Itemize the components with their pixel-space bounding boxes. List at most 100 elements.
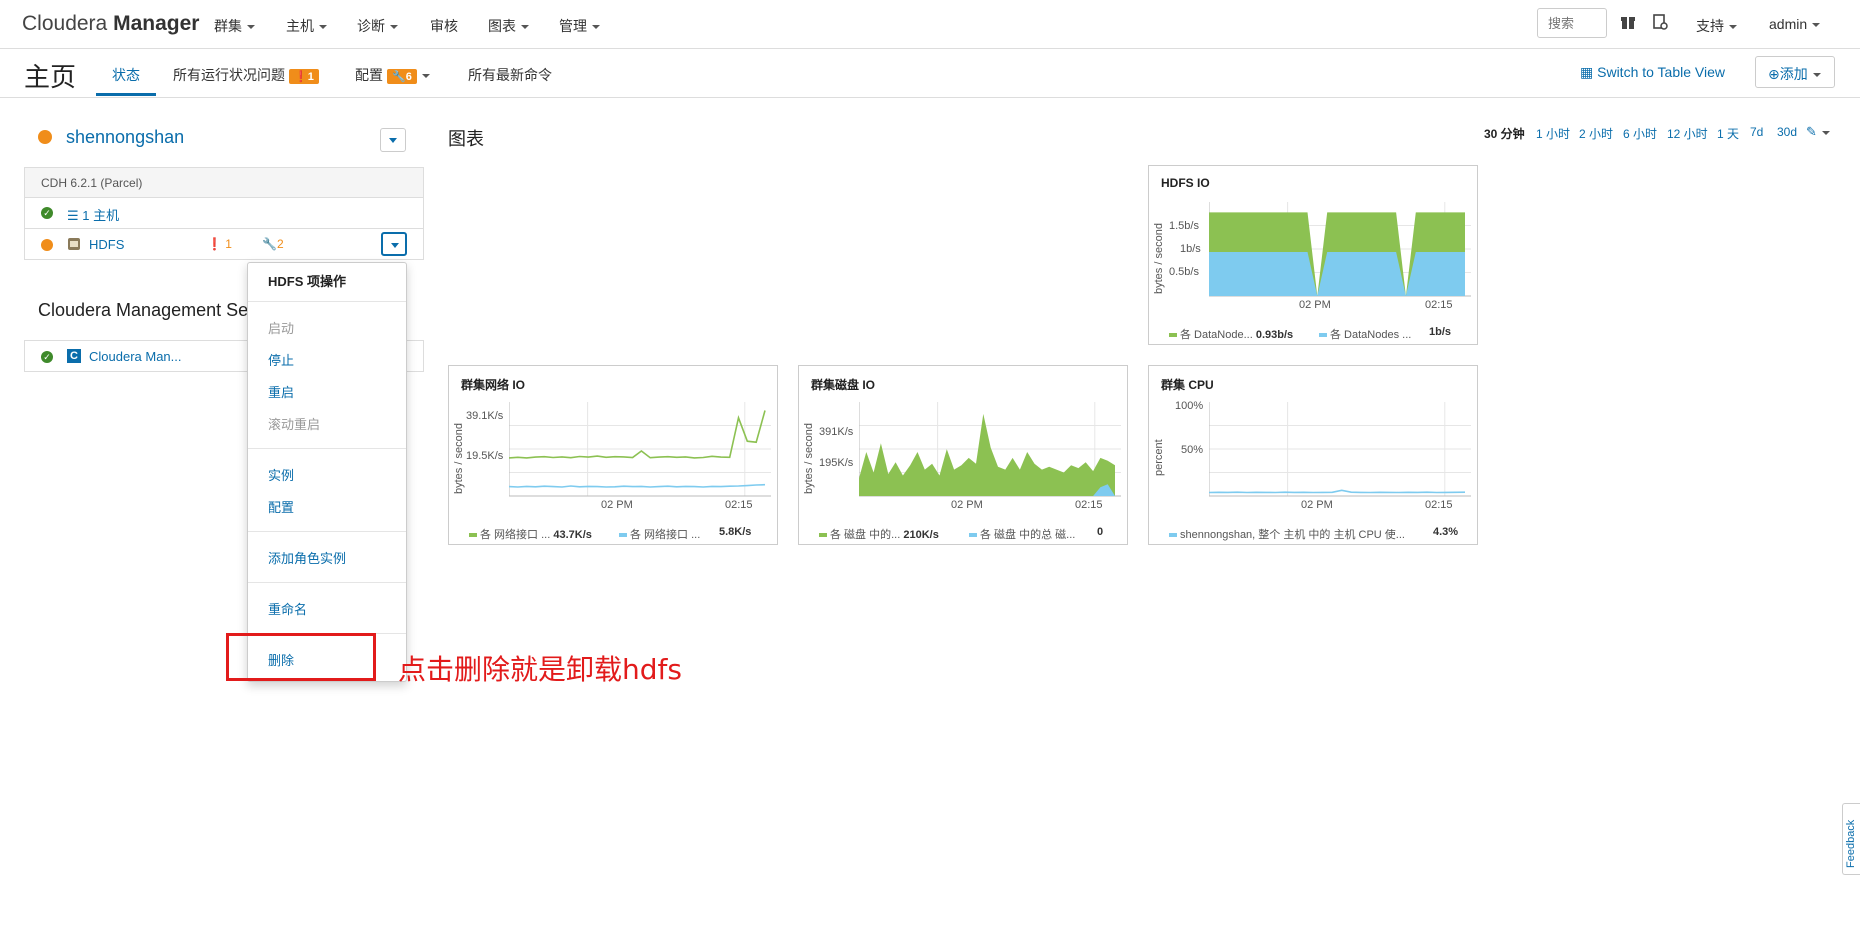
list-icon: ☰ bbox=[67, 208, 83, 223]
hdfs-actions-dropdown[interactable] bbox=[381, 232, 407, 256]
tab-configuration[interactable]: 配置 🔧6 bbox=[355, 65, 430, 85]
menu-item-rename[interactable]: 重命名 bbox=[268, 599, 307, 618]
x-tick: 02 PM bbox=[1301, 499, 1333, 511]
range-7d[interactable]: 7d bbox=[1750, 125, 1763, 139]
table-icon: ▦ bbox=[1580, 64, 1598, 80]
cluster-actions-dropdown[interactable] bbox=[380, 128, 406, 152]
y-tick: 100% bbox=[1175, 400, 1204, 412]
feedback-tab[interactable]: Feedback bbox=[1842, 803, 1860, 875]
cluster-status-dot bbox=[38, 130, 52, 144]
charts-title: 图表 bbox=[448, 129, 484, 149]
add-button[interactable]: ⊕添加 bbox=[1755, 56, 1835, 88]
legend-item: 各 网络接口 ... bbox=[619, 526, 700, 542]
menu-divider bbox=[248, 301, 406, 302]
chart-ylabel: bytes / second bbox=[1153, 223, 1165, 294]
nav-charts[interactable]: 图表 bbox=[488, 16, 529, 36]
nav-audits[interactable]: 审核 bbox=[430, 16, 458, 36]
chart-title: 群集磁盘 IO bbox=[811, 378, 876, 392]
check-icon: ✓ bbox=[41, 351, 53, 363]
cms-service-link[interactable]: Cloudera Man... bbox=[89, 349, 182, 364]
x-tick: 02 PM bbox=[1299, 299, 1331, 311]
tab-recent-commands[interactable]: 所有最新命令 bbox=[468, 65, 552, 85]
hdfs-alerts-count[interactable]: ❗ 1 bbox=[207, 237, 232, 251]
series-area-1 bbox=[1209, 252, 1465, 296]
brand-logo[interactable]: Cloudera Manager bbox=[22, 12, 199, 36]
menu-title: HDFS 项操作 bbox=[268, 274, 347, 289]
legend-value: 4.3% bbox=[1433, 526, 1459, 538]
series-area-0 bbox=[859, 413, 1115, 496]
range-30d[interactable]: 30d bbox=[1777, 125, 1797, 139]
menu-item-restart[interactable]: 重启 bbox=[268, 382, 294, 401]
cluster-name-link[interactable]: shennongshan bbox=[66, 127, 184, 148]
x-tick: 02:15 bbox=[1425, 499, 1453, 511]
annotation-text: 点击删除就是卸载hdfs bbox=[398, 653, 682, 686]
series-line-1 bbox=[509, 483, 766, 488]
hdfs-icon bbox=[68, 238, 80, 250]
chart-plot bbox=[859, 402, 1121, 497]
range-12h[interactable]: 12 小时 bbox=[1667, 125, 1708, 142]
tab-status[interactable]: 状态 bbox=[112, 65, 140, 85]
x-tick: 02 PM bbox=[951, 499, 983, 511]
parcel-icon[interactable] bbox=[1620, 14, 1636, 30]
cms-logo-icon: C bbox=[67, 349, 81, 363]
hdfs-config-count[interactable]: 🔧2 bbox=[262, 237, 284, 251]
y-tick: 19.5K/s bbox=[466, 450, 504, 462]
menu-item-start: 启动 bbox=[268, 321, 295, 336]
series-line-0 bbox=[1209, 489, 1466, 494]
chart-ylabel: bytes / second bbox=[803, 423, 815, 494]
menu-item-rolling-restart: 滚动重启 bbox=[268, 417, 321, 432]
wrench-icon: 🔧 bbox=[262, 237, 277, 251]
range-2h[interactable]: 2 小时 bbox=[1579, 125, 1613, 142]
y-tick: 1b/s bbox=[1180, 243, 1201, 255]
active-tab-indicator bbox=[96, 93, 156, 96]
service-status-dot bbox=[41, 239, 53, 251]
plus-circle-icon: ⊕ bbox=[1768, 66, 1780, 82]
running-commands-icon[interactable] bbox=[1652, 14, 1668, 30]
x-tick: 02:15 bbox=[1075, 499, 1103, 511]
range-1d[interactable]: 1 天 bbox=[1717, 125, 1739, 142]
nav-hosts[interactable]: 主机 bbox=[286, 16, 327, 36]
edit-charts-icon[interactable]: ✎ bbox=[1806, 124, 1830, 140]
range-1h[interactable]: 1 小时 bbox=[1536, 125, 1570, 142]
y-tick: 0.5b/s bbox=[1169, 266, 1199, 278]
nav-user-menu[interactable]: admin bbox=[1769, 16, 1820, 32]
tab-health-issues[interactable]: 所有运行状况问题 ❗1 bbox=[173, 65, 319, 85]
cluster-version: CDH 6.2.1 (Parcel) bbox=[41, 176, 143, 190]
x-tick: 02:15 bbox=[1425, 299, 1453, 311]
chart-title: HDFS IO bbox=[1161, 176, 1210, 190]
range-30m[interactable]: 30 分钟 bbox=[1484, 125, 1525, 142]
x-tick: 02 PM bbox=[601, 499, 633, 511]
chart-title: 群集网络 IO bbox=[461, 378, 526, 392]
chart-title: 群集 CPU bbox=[1161, 378, 1214, 392]
nav-clusters[interactable]: 群集 bbox=[214, 16, 255, 36]
switch-table-view-link[interactable]: ▦ Switch to Table View bbox=[1580, 64, 1725, 81]
nav-administration[interactable]: 管理 bbox=[559, 16, 600, 36]
hosts-link[interactable]: ☰ 1 主机 bbox=[67, 205, 119, 224]
check-icon: ✓ bbox=[41, 207, 53, 219]
menu-item-stop[interactable]: 停止 bbox=[268, 350, 294, 369]
menu-divider bbox=[248, 531, 406, 532]
chart-disk-io: 群集磁盘 IO bytes / second 391K/s 195K/s 02 … bbox=[798, 365, 1128, 545]
chart-hdfs-io: HDFS IO bytes / second 1.5b/s 1b/s 0.5b/… bbox=[1148, 165, 1478, 345]
menu-item-instances[interactable]: 实例 bbox=[268, 465, 294, 484]
chart-plot bbox=[1209, 202, 1471, 297]
legend-item: 各 DataNode... 0.93b/s bbox=[1169, 326, 1293, 342]
legend-item: 各 磁盘 中的总 磁... bbox=[969, 526, 1075, 542]
legend-value: 1b/s bbox=[1429, 326, 1452, 338]
x-tick: 02:15 bbox=[725, 499, 753, 511]
nav-support[interactable]: 支持 bbox=[1696, 16, 1737, 36]
search-input[interactable] bbox=[1537, 8, 1607, 38]
delete-highlight-box bbox=[226, 633, 376, 681]
chart-network-io: 群集网络 IO bytes / second 39.1K/s 19.5K/s 0… bbox=[448, 365, 778, 545]
chart-cluster-cpu: 群集 CPU percent 100% 50% 02 PM 02:15 shen… bbox=[1148, 365, 1478, 545]
legend-item: 各 磁盘 中的... 210K/s bbox=[819, 526, 939, 542]
legend-value: 0 bbox=[1097, 526, 1104, 538]
menu-item-configuration[interactable]: 配置 bbox=[268, 497, 294, 516]
hosts-row: ✓ ☰ 1 主机 bbox=[24, 197, 424, 229]
y-tick: 39.1K/s bbox=[466, 410, 504, 422]
menu-item-add-role-instances[interactable]: 添加角色实例 bbox=[268, 548, 346, 567]
hdfs-service-link[interactable]: HDFS bbox=[89, 237, 124, 252]
nav-diagnostics[interactable]: 诊断 bbox=[357, 16, 398, 36]
chart-plot bbox=[1209, 402, 1471, 497]
range-6h[interactable]: 6 小时 bbox=[1623, 125, 1657, 142]
